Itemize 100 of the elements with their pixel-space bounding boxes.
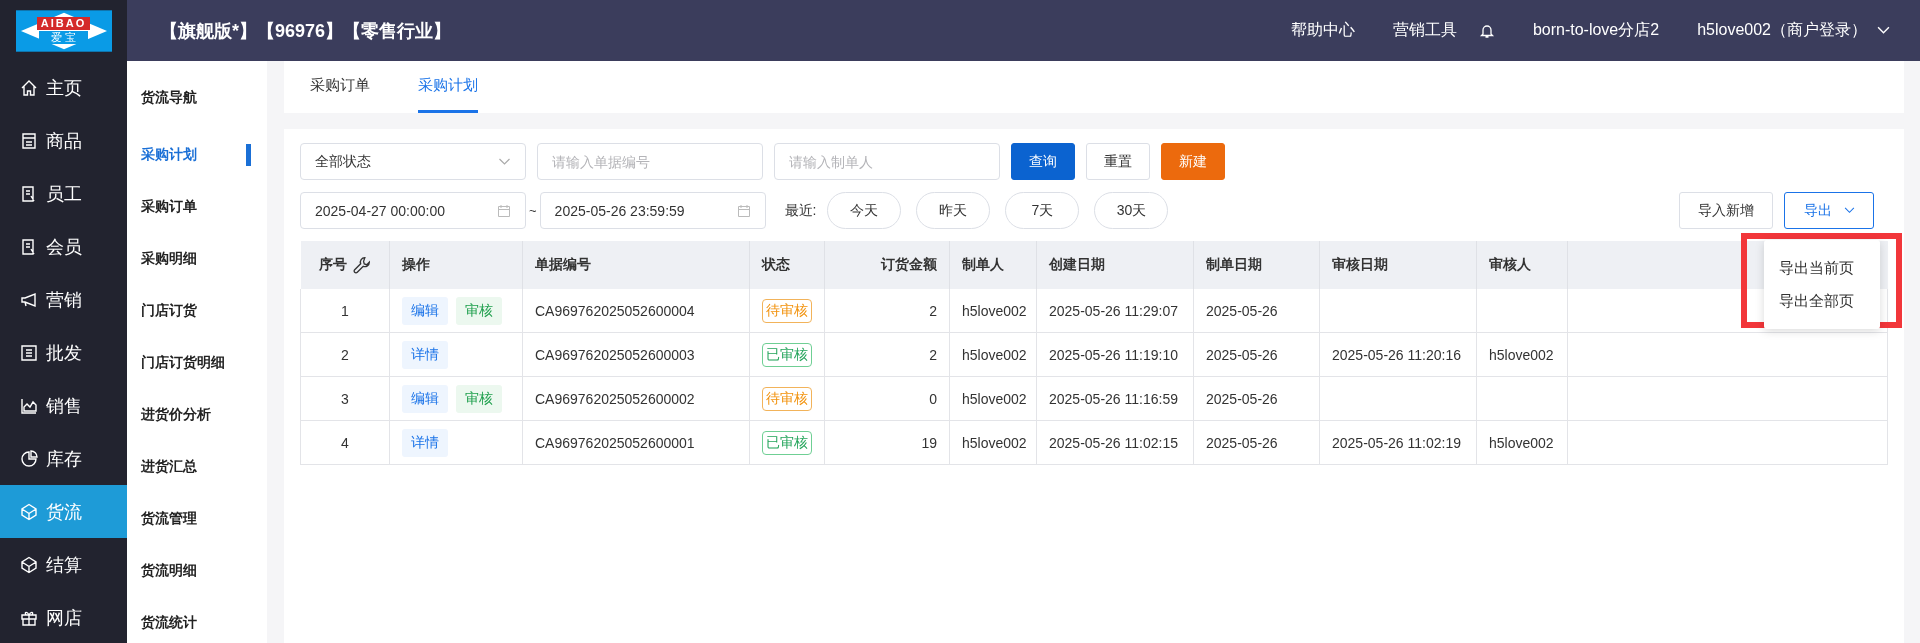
date-range-button[interactable]: 今天: [827, 192, 902, 229]
table-cell: h5love002: [949, 376, 1037, 421]
store-name[interactable]: born-to-love分店2: [1532, 20, 1660, 41]
nav-item[interactable]: 批发: [0, 326, 127, 379]
column-header: 序号: [300, 241, 390, 289]
table-cell: h5love002: [949, 289, 1037, 333]
table-cell: 2: [300, 332, 390, 377]
logo-text: 爱 宝: [38, 31, 89, 44]
tab[interactable]: 采购订单: [310, 61, 370, 113]
subnav-item[interactable]: 货流管理: [127, 493, 267, 545]
status-select[interactable]: 全部状态: [300, 143, 526, 180]
status-tag: 已审核: [762, 342, 812, 367]
table-cell: 2025-05-26: [1193, 332, 1320, 377]
section-heading: 货流导航: [140, 88, 198, 107]
table-cell: h5love002: [949, 420, 1037, 465]
column-header: 创建日期: [1036, 241, 1194, 289]
area-chart-icon: [20, 396, 38, 415]
home-icon: [20, 78, 38, 97]
table-cell: h5love002: [1476, 420, 1568, 465]
table-cell: 2025-05-26 11:29:07: [1036, 289, 1194, 333]
nav-item[interactable]: 库存: [0, 432, 127, 485]
subnav-item[interactable]: 进货汇总: [127, 441, 267, 493]
subnav-item[interactable]: 货流统计: [127, 597, 267, 643]
column-header: 操作: [389, 241, 523, 289]
pie-chart-icon: [20, 449, 38, 468]
table-cell: 2025-05-26 11:19:10: [1036, 332, 1194, 377]
column-header: 审核日期: [1319, 241, 1477, 289]
subnav-item[interactable]: 进货价分析: [127, 389, 267, 441]
logo-text: AIBAO: [36, 17, 91, 30]
table-cell: h5love002: [1476, 332, 1568, 377]
date-range-button[interactable]: 7天: [1005, 192, 1080, 229]
row-action-button[interactable]: 详情: [402, 428, 448, 457]
table-cell: 2025-05-26: [1193, 376, 1320, 421]
status-tag: 待审核: [762, 386, 812, 411]
table-cell: CA969762025052600003: [522, 332, 750, 377]
menu-item[interactable]: 导出全部页: [1764, 284, 1880, 318]
nav-item[interactable]: 销售: [0, 379, 127, 432]
recent-label: 最近:: [784, 201, 817, 220]
filter-button[interactable]: 查询: [1011, 143, 1075, 180]
chevron-down-icon: [1877, 26, 1890, 35]
table-cell: CA969762025052600002: [522, 376, 750, 421]
filter-button[interactable]: 重置: [1086, 143, 1150, 180]
header-link[interactable]: 营销工具: [1392, 20, 1457, 41]
wrench-icon[interactable]: [352, 256, 371, 275]
date-range-button[interactable]: 昨天: [916, 192, 991, 229]
table-cell: 2025-05-26 11:20:16: [1319, 332, 1477, 377]
megaphone-icon: [20, 290, 38, 309]
row-action-button[interactable]: 编辑: [402, 384, 448, 413]
header-link[interactable]: 帮助中心: [1290, 20, 1355, 41]
table-cell: 2025-05-26 11:02:15: [1036, 420, 1194, 465]
row-action-button[interactable]: 编辑: [402, 296, 448, 325]
subnav-item[interactable]: 货流明细: [127, 545, 267, 597]
calendar-icon: [497, 203, 511, 218]
order-number-field[interactable]: 请输入单据编号: [537, 143, 763, 180]
chevron-down-icon: [1843, 207, 1855, 214]
table-cell: 3: [300, 376, 390, 421]
export-button[interactable]: 导出: [1784, 192, 1874, 229]
date-range-button[interactable]: 30天: [1094, 192, 1169, 229]
table-cell: 2025-05-26: [1193, 420, 1320, 465]
table-cell: 2: [824, 332, 950, 377]
cube-icon: [20, 555, 38, 574]
end-date-field[interactable]: 2025-05-26 23:59:59: [539, 192, 766, 229]
nav-item[interactable]: 结算: [0, 538, 127, 591]
range-separator: ~: [529, 203, 537, 218]
import-button[interactable]: 导入新增: [1679, 192, 1773, 229]
user-menu[interactable]: h5love002（商户登录）: [1697, 20, 1890, 41]
row-action-button[interactable]: 详情: [402, 340, 448, 369]
table-cell: 19: [824, 420, 950, 465]
nav-item[interactable]: 员工: [0, 167, 127, 220]
column-header: 制单人: [949, 241, 1037, 289]
nav-item[interactable]: 会员: [0, 220, 127, 273]
storefront-icon: [20, 131, 38, 150]
column-header: 订货金额: [824, 241, 950, 289]
table-cell: CA969762025052600004: [522, 289, 750, 333]
window-title: 【旗舰版*】【96976】【零售行业】: [160, 19, 452, 43]
table-cell: 1: [300, 289, 390, 333]
nav-item[interactable]: 网店: [0, 591, 127, 643]
subnav-item[interactable]: 门店订货: [127, 285, 267, 337]
nav-item[interactable]: 主页: [0, 61, 127, 114]
column-header: 审核人: [1476, 241, 1568, 289]
subnav-item[interactable]: 门店订货明细: [127, 337, 267, 389]
id-card-icon: [20, 184, 38, 203]
nav-item[interactable]: 商品: [0, 114, 127, 167]
status-tag: 已审核: [762, 430, 812, 455]
bell-icon[interactable]: [1478, 22, 1495, 39]
subnav-item[interactable]: 采购明细: [127, 233, 267, 285]
creator-field[interactable]: 请输入制单人: [774, 143, 1000, 180]
calendar-icon: [736, 203, 751, 218]
id-card-icon: [20, 237, 38, 256]
column-header: 制单日期: [1193, 241, 1320, 289]
nav-item[interactable]: 营销: [0, 273, 127, 326]
cube-icon: [20, 502, 38, 521]
start-date-field[interactable]: 2025-04-27 00:00:00: [300, 192, 526, 229]
table-cell: 2025-05-26 11:16:59: [1036, 376, 1194, 421]
subnav-item[interactable]: 采购订单: [127, 181, 267, 233]
table-cell: 2025-05-26 11:02:19: [1319, 420, 1477, 465]
chevron-down-icon: [498, 157, 511, 166]
table-cell: 0: [824, 376, 950, 421]
tab[interactable]: 采购计划: [418, 61, 478, 113]
table-cell: 2025-05-26: [1193, 289, 1320, 333]
